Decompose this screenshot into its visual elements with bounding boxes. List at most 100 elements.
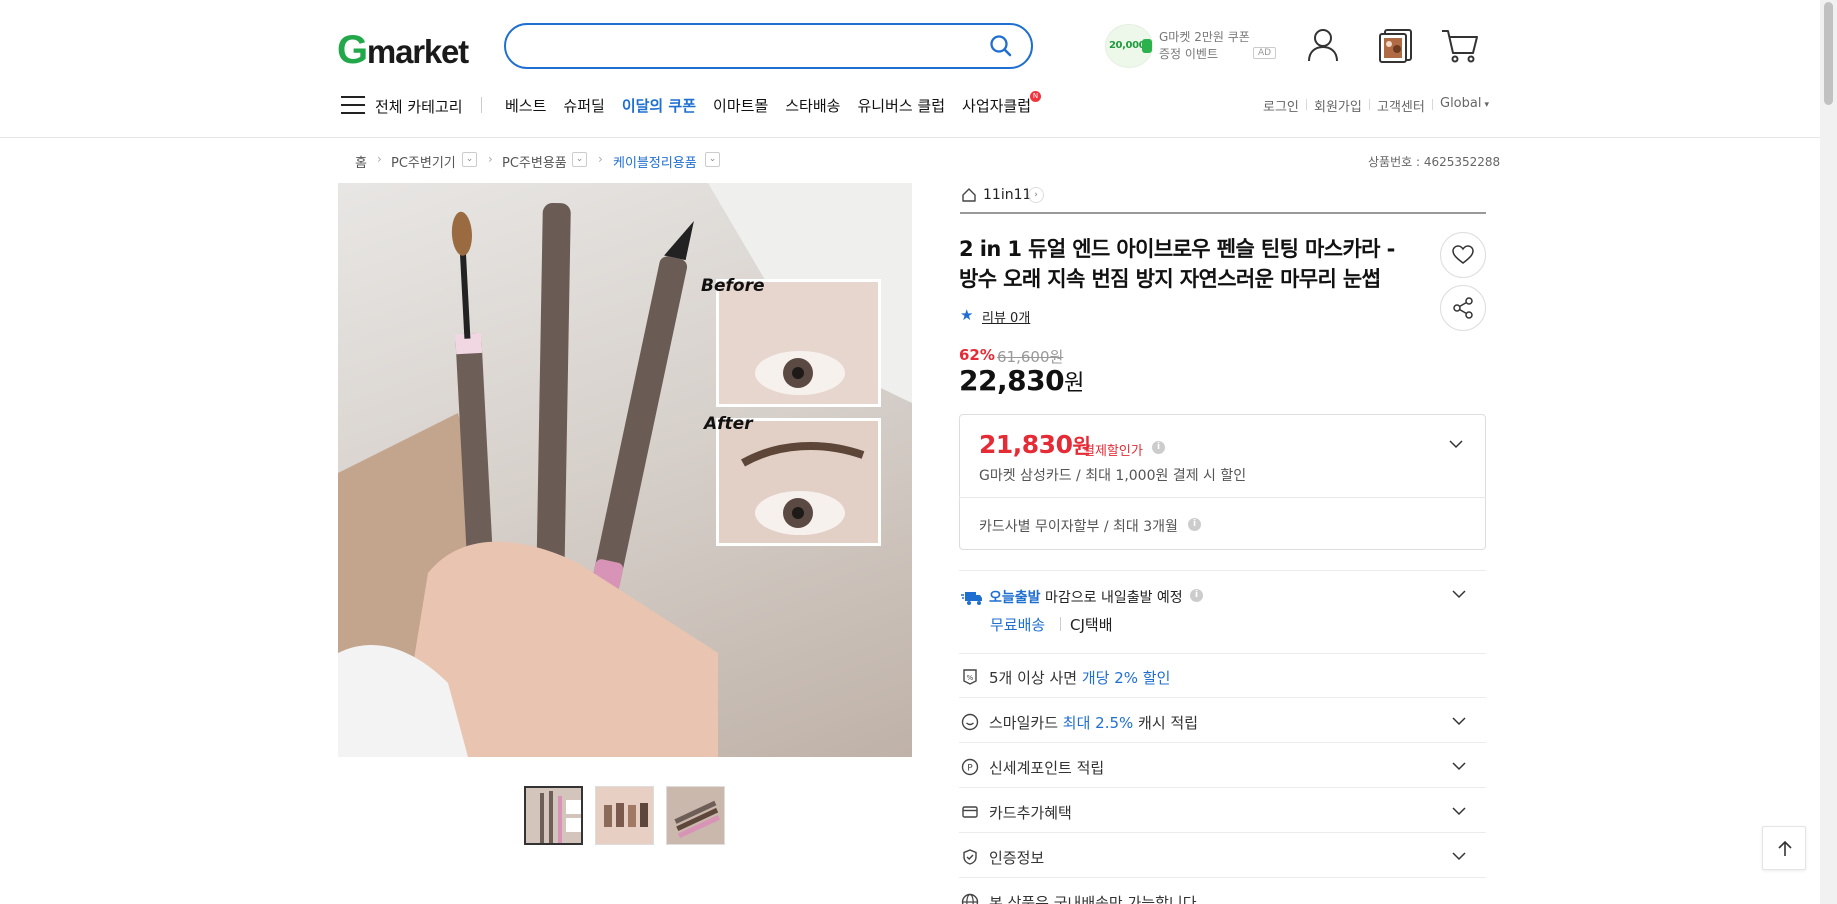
search-box[interactable] (504, 23, 1033, 69)
product-main-image[interactable]: Before After (338, 183, 912, 757)
cart-icon[interactable] (1440, 25, 1480, 65)
info-icon[interactable]: i (1188, 518, 1201, 531)
search-input[interactable] (526, 35, 966, 59)
gnb-link-star-delivery[interactable]: 스타배송 (785, 95, 840, 116)
breadcrumb-pc-accessories[interactable]: PC주변용품 (502, 152, 567, 171)
price-unit: 원 (1064, 371, 1084, 396)
scrollbar-track[interactable] (1820, 0, 1837, 904)
payment-discount-price: 21,830원 (979, 430, 1091, 459)
scroll-to-top-button[interactable] (1762, 826, 1806, 870)
discount-tag-icon: % (963, 669, 977, 685)
card-benefit-text: 카드추가혜택 (989, 804, 1072, 822)
breadcrumb-dropdown-icon[interactable]: ⌄ (572, 152, 587, 167)
ad-tag: AD (1253, 47, 1277, 59)
shield-check-icon (963, 849, 977, 865)
scrollbar-thumb[interactable] (1824, 2, 1833, 105)
globe-icon (961, 893, 979, 904)
chevron-down-icon[interactable] (1449, 437, 1463, 451)
payment-discount-label: 결제할인가 (1083, 444, 1143, 459)
user-icon[interactable] (1303, 25, 1343, 65)
payment-discount-detail: G마켓 삼성카드 / 최대 1,000원 결제 시 할인 (979, 468, 1247, 484)
discount-rate: 62% (959, 346, 995, 364)
before-label: Before (701, 276, 765, 296)
util-divider (1306, 99, 1307, 110)
installment-info: 카드사별 무이자할부 / 최대 3개월 (979, 519, 1178, 535)
star-icon: ★ (960, 306, 974, 324)
bulk-discount-pre: 5개 이상 사면 (989, 669, 1082, 687)
thumbnail-1[interactable] (524, 786, 583, 845)
promo-line1: G마켓 2만원 쿠폰 (1159, 30, 1250, 44)
wishlist-button[interactable] (1440, 232, 1486, 278)
sale-price: 22,830원 (959, 364, 1084, 397)
store-arrow-icon[interactable]: › (1028, 187, 1044, 203)
chevron-down-icon[interactable] (1452, 714, 1466, 728)
logo-g: G (337, 28, 368, 72)
box-divider (959, 497, 1486, 498)
search-icon[interactable] (989, 34, 1013, 58)
signup-link[interactable]: 회원가입 (1314, 96, 1362, 115)
section-divider (959, 653, 1486, 654)
gnb-divider (481, 97, 482, 113)
logo-text: market (366, 33, 469, 70)
card-icon (962, 806, 978, 818)
share-button[interactable] (1440, 285, 1486, 331)
thumbnail-image (667, 787, 724, 844)
smilecard-highlight: 최대 2.5% (1062, 714, 1134, 732)
breadcrumb-chevron-icon: › (488, 152, 493, 166)
section-divider (959, 742, 1486, 743)
store-name[interactable]: 11in11 (983, 187, 1031, 203)
chevron-down-icon[interactable] (1452, 849, 1466, 863)
chevron-down-icon[interactable] (1452, 587, 1466, 601)
gnb-links: 베스트 슈퍼딜 이달의 쿠폰 이마트몰 스타배송 유니버스 클럽 사업자클럽 N (505, 91, 1065, 116)
all-categories-link[interactable]: 전체 카테고리 (375, 96, 463, 117)
new-badge: N (1030, 91, 1042, 102)
section-divider (959, 697, 1486, 698)
breadcrumb-chevron-icon: › (377, 152, 382, 166)
gnb-link-business-club[interactable]: 사업자클럽 N (962, 91, 1048, 116)
coupon-badge[interactable]: 20,000 (1105, 24, 1153, 68)
chevron-down-icon: ▾ (1484, 100, 1490, 110)
info-icon[interactable]: i (1152, 441, 1165, 454)
util-divider (1369, 99, 1370, 110)
today-dispatch-label: 오늘출발 (989, 590, 1041, 606)
breadcrumb-dropdown-icon[interactable]: ⌄ (462, 152, 477, 167)
gmarket-logo[interactable]: Gmarket (337, 28, 469, 73)
sale-price-value: 22,830 (959, 364, 1065, 397)
global-dropdown[interactable]: Global ▾ (1440, 96, 1489, 111)
arrow-up-icon (1778, 840, 1792, 856)
gnb-link-best[interactable]: 베스트 (505, 95, 546, 116)
recent-view-icon[interactable] (1376, 25, 1416, 65)
truck-icon (961, 592, 982, 605)
thumbnail-2[interactable] (595, 786, 654, 845)
domestic-only-text: 본 상품은 국내배송만 가능합니다 (989, 894, 1197, 904)
header-divider (0, 137, 1837, 138)
gnb-link-emart[interactable]: 이마트몰 (713, 95, 768, 116)
gnb-link-monthly-coupon[interactable]: 이달의 쿠폰 (622, 95, 696, 116)
breadcrumb-cable-organizer[interactable]: 케이블정리용품 (613, 152, 697, 171)
hamburger-menu-icon[interactable] (340, 95, 366, 115)
thumbnail-image (526, 788, 581, 843)
chevron-down-icon[interactable] (1452, 804, 1466, 818)
certification-text: 인증정보 (989, 849, 1045, 867)
gnb-link-universe-club[interactable]: 유니버스 클럽 (857, 95, 945, 116)
customer-center-link[interactable]: 고객센터 (1377, 96, 1425, 115)
chevron-down-icon[interactable] (1452, 759, 1466, 773)
breadcrumb-pc-peripherals[interactable]: PC주변기기 (391, 152, 456, 171)
share-icon (1453, 297, 1473, 319)
store-home-icon[interactable] (961, 187, 977, 203)
breadcrumb-dropdown-icon[interactable]: ⌄ (705, 152, 720, 167)
section-divider (959, 877, 1486, 878)
heart-icon (1452, 245, 1474, 264)
login-link[interactable]: 로그인 (1263, 96, 1299, 115)
thumbnail-3[interactable] (666, 786, 725, 845)
info-icon[interactable]: i (1190, 589, 1203, 602)
product-title: 2 in 1 듀얼 엔드 아이브로우 펜슬 틴팅 마스카라 - 방수 오래 지속… (959, 237, 1395, 291)
breadcrumb-home[interactable]: 홈 (355, 152, 367, 171)
coupon-promo-text[interactable]: G마켓 2만원 쿠폰 증정 이벤트 (1159, 29, 1259, 63)
smilecard-post: 캐시 적립 (1133, 714, 1199, 732)
smile-icon (961, 713, 979, 731)
payment-price-value: 21,830 (979, 430, 1073, 459)
review-link[interactable]: 리뷰 0개 (982, 307, 1030, 326)
coupon-amount: 20,000 (1109, 40, 1146, 51)
gnb-link-superdeal[interactable]: 슈퍼딜 (563, 95, 604, 116)
